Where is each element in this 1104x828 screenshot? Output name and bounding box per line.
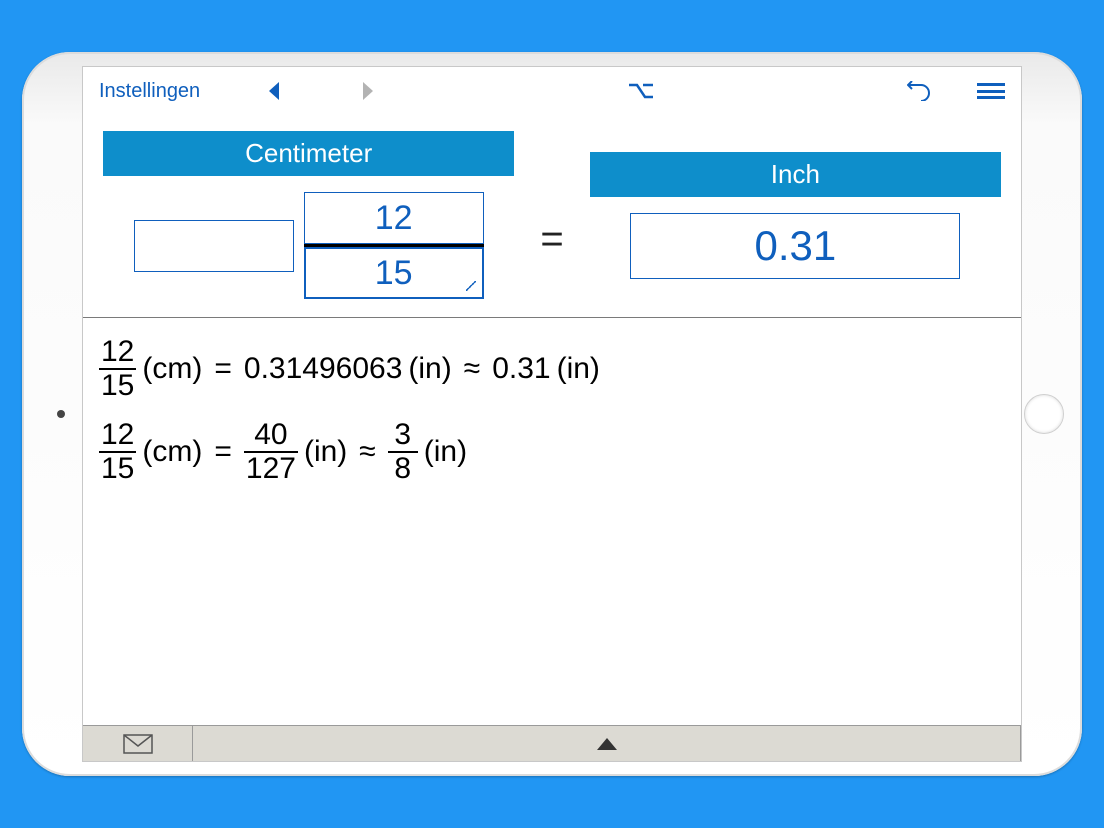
result-line-decimal: 12 15 (cm) = 0.31496063 (in) ≈ 0.31 (in) <box>99 336 1005 401</box>
conversion-row: Centimeter 12 15 = Inch 0.31 <box>83 115 1021 317</box>
result-line-fraction: 12 15 (cm) = 40 127 (in) ≈ 3 8 ( <box>99 419 1005 484</box>
history-next-button[interactable] <box>360 82 374 100</box>
fraction: 3 8 <box>388 419 418 484</box>
triangle-up-icon <box>597 738 617 750</box>
numerator-input[interactable]: 12 <box>304 192 484 244</box>
fraction: 12 15 <box>99 419 136 484</box>
mail-button[interactable] <box>83 726 193 761</box>
unit-right-header[interactable]: Inch <box>590 152 1001 197</box>
fraction: 40 127 <box>244 419 298 484</box>
home-button[interactable] <box>1024 394 1064 434</box>
ipad-frame: Instellingen <box>22 52 1082 776</box>
results-panel: 12 15 (cm) = 0.31496063 (in) ≈ 0.31 (in)… <box>83 317 1021 725</box>
options-button[interactable] <box>628 82 654 100</box>
menu-button[interactable] <box>977 83 1005 99</box>
undo-button[interactable] <box>907 81 931 101</box>
toolbar: Instellingen <box>83 67 1021 115</box>
unit-left-header[interactable]: Centimeter <box>103 131 514 176</box>
equals-sign: = <box>540 169 563 262</box>
chevron-left-icon <box>268 82 282 100</box>
history-prev-button[interactable] <box>268 82 282 100</box>
expand-tray-button[interactable] <box>193 726 1021 761</box>
result-output[interactable]: 0.31 <box>630 213 960 279</box>
chevron-right-icon <box>360 82 374 100</box>
bottom-tray <box>83 725 1021 761</box>
settings-button[interactable]: Instellingen <box>99 80 200 103</box>
denominator-input[interactable]: 15 <box>304 247 484 299</box>
undo-icon <box>907 81 931 101</box>
fraction: 12 15 <box>99 336 136 401</box>
app-screen: Instellingen <box>82 66 1022 762</box>
menu-icon <box>977 83 1005 99</box>
option-key-icon <box>628 82 654 100</box>
whole-number-input[interactable] <box>134 220 294 272</box>
mail-icon <box>123 734 153 754</box>
